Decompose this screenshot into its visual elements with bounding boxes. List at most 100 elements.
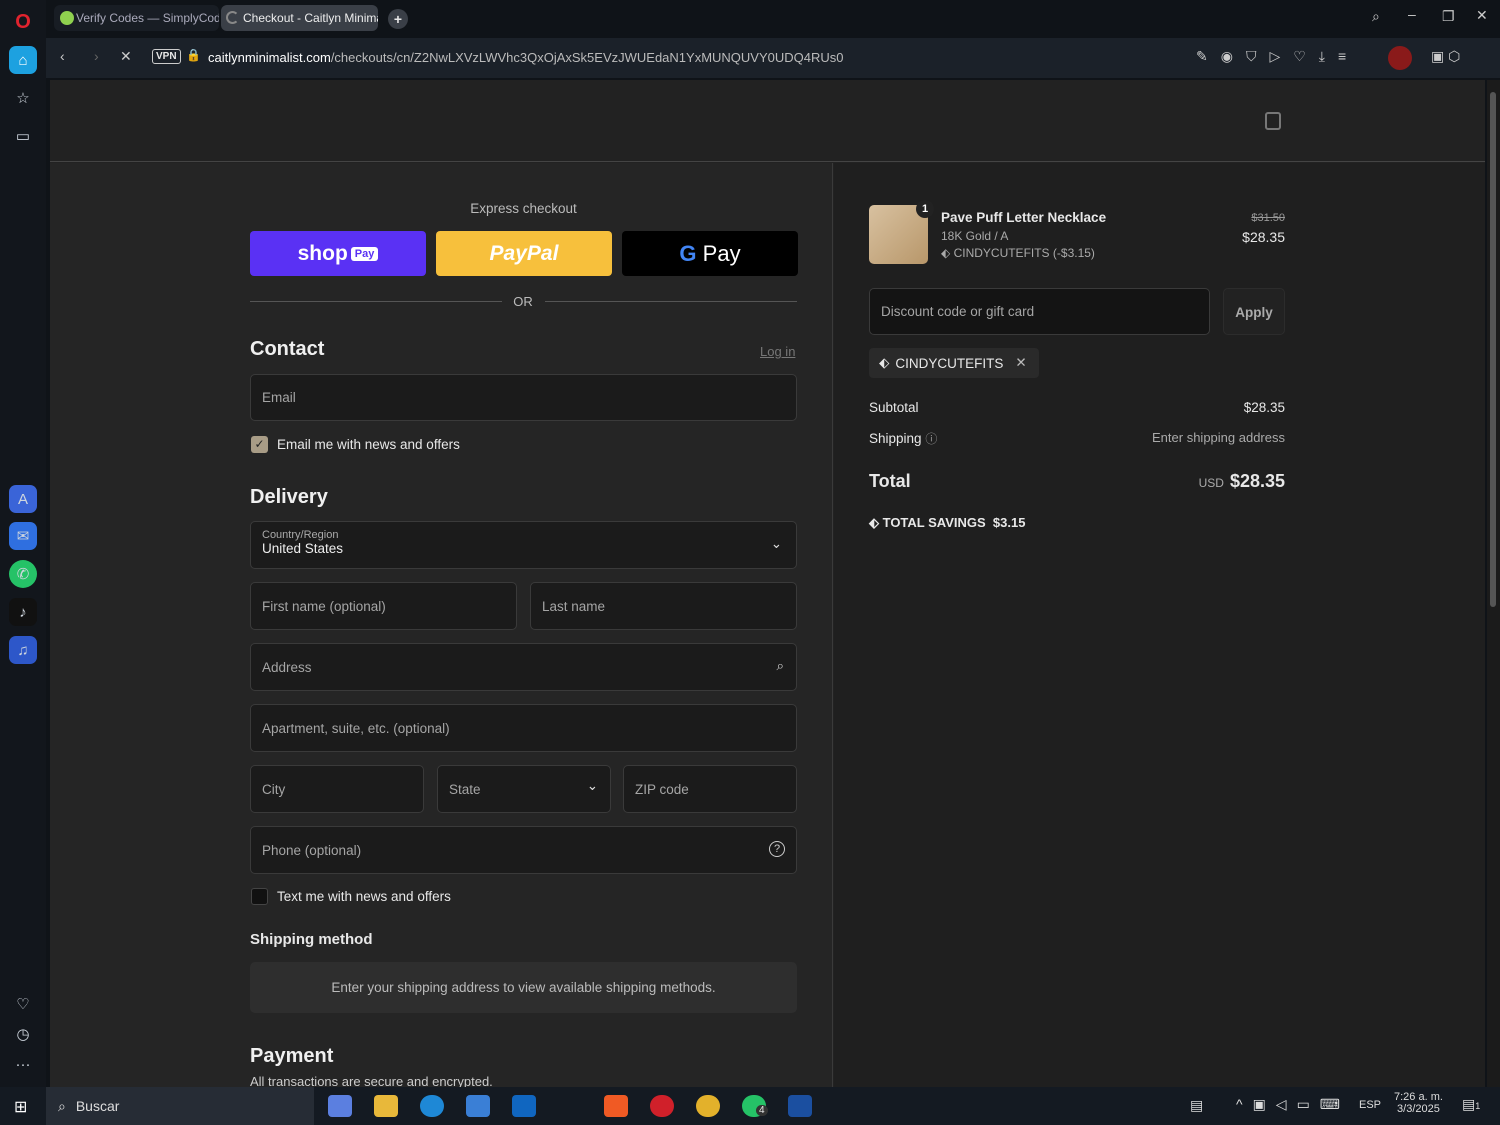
taskbar: ⊞ ⌕ Buscar 4 ▤ ^▣◁▭⌨ ESP 7:26 a. m. 3/3/20… (0, 1087, 1500, 1125)
zip-input[interactable]: ZIP code (623, 765, 797, 813)
chrome-icon[interactable] (696, 1095, 720, 1117)
opera-logo-icon[interactable]: O (9, 8, 37, 36)
savings-label: TOTAL SAVINGS (882, 515, 986, 530)
scrollbar[interactable] (1487, 80, 1500, 1087)
aria-icon[interactable]: A (9, 485, 37, 513)
phone-input[interactable]: Phone (optional)? (250, 826, 797, 874)
file-explorer-icon[interactable] (374, 1095, 398, 1117)
brave-icon[interactable] (604, 1095, 628, 1117)
toolbar-icons[interactable]: ✎◉⛉▷♡⤓≡ (1196, 48, 1359, 65)
city-input[interactable]: City (250, 765, 424, 813)
shipping-label: Shipping ⓘ (869, 430, 937, 447)
tags-icon: ⬖ (869, 515, 883, 530)
maximize-button[interactable]: ❐ (1442, 8, 1455, 25)
login-link[interactable]: Log in (760, 344, 795, 359)
extensions-icon[interactable]: ▣ ⬡ (1431, 48, 1460, 65)
first-name-placeholder: First name (optional) (262, 598, 386, 614)
help-icon[interactable]: ⓘ (925, 432, 937, 446)
country-select[interactable]: Country/Region United States ⌄ (250, 521, 797, 569)
city-placeholder: City (262, 781, 286, 797)
copilot-icon[interactable] (328, 1095, 352, 1117)
last-name-input[interactable]: Last name (530, 582, 797, 630)
music-icon[interactable]: ♫ (9, 636, 37, 664)
total-amount: $28.35 (1229, 471, 1285, 491)
original-price: $31.50 (1251, 212, 1285, 224)
edge-icon[interactable] (420, 1095, 444, 1117)
minimize-button[interactable]: – (1408, 6, 1416, 22)
remove-discount-button[interactable]: ✕ (1015, 355, 1026, 371)
shipping-label-text: Shipping (869, 431, 922, 446)
more-icon[interactable]: ··· (9, 1050, 37, 1078)
shipping-value: Enter shipping address (1152, 430, 1285, 445)
lock-icon[interactable]: 🔒 (186, 48, 201, 62)
vpn-badge[interactable]: VPN (152, 49, 181, 64)
tag-icon: ⬖ (879, 355, 890, 370)
scrollbar-thumb[interactable] (1490, 92, 1496, 607)
shopping-bag-icon[interactable] (1265, 112, 1281, 130)
apartment-placeholder: Apartment, suite, etc. (optional) (262, 720, 450, 736)
shipping-method-heading: Shipping method (250, 931, 373, 948)
store-icon[interactable] (466, 1095, 490, 1117)
first-name-input[interactable]: First name (optional) (250, 582, 517, 630)
state-select[interactable]: State ⌄ (437, 765, 611, 813)
messenger-icon[interactable]: ✉ (9, 522, 37, 550)
apply-button[interactable]: Apply (1223, 288, 1285, 335)
google-pay-button[interactable]: G Pay (622, 231, 798, 276)
email-placeholder: Email (262, 390, 296, 405)
player-icon[interactable]: ▭ (9, 122, 37, 150)
address-input[interactable]: Address ⌕ (250, 643, 797, 691)
quantity-badge: 1 (916, 200, 934, 218)
stop-loading-button[interactable]: ✕ (120, 48, 132, 65)
email-input[interactable]: Email (250, 374, 797, 421)
tab-verify-codes[interactable]: Verify Codes — SimplyCodes (54, 5, 219, 31)
history-icon[interactable]: ◷ (9, 1020, 37, 1048)
opera-taskbar-icon[interactable] (650, 1095, 674, 1117)
news-widget-icon[interactable]: ▤ (1190, 1097, 1203, 1114)
tiktok-icon[interactable]: ♪ (9, 598, 37, 626)
tab-checkout[interactable]: Checkout - Caitlyn Minimalist (221, 5, 378, 31)
text-news-checkbox[interactable] (251, 888, 268, 905)
new-tab-button[interactable]: + (388, 9, 408, 29)
app-icon[interactable] (788, 1095, 812, 1117)
whatsapp-icon[interactable]: ✆ (9, 560, 37, 588)
applied-discount-chip: ⬖ CINDYCUTEFITS ✕ (869, 348, 1039, 378)
shipping-method-message: Enter your shipping address to view avai… (250, 962, 797, 1013)
simplycodes-icon (60, 11, 74, 25)
last-name-placeholder: Last name (542, 598, 606, 614)
store-header (50, 80, 1485, 162)
help-icon[interactable]: ? (769, 841, 785, 857)
forward-button[interactable]: › (94, 48, 99, 64)
search-icon: ⌕ (776, 658, 784, 673)
paypal-button[interactable]: PayPal (436, 231, 612, 276)
apartment-input[interactable]: Apartment, suite, etc. (optional) (250, 704, 797, 752)
subtotal-value: $28.35 (1243, 400, 1285, 415)
product-price: $28.35 (1242, 229, 1285, 245)
url-field[interactable]: caitlynminimalist.com/checkouts/cn/Z2NwL… (208, 50, 844, 65)
system-tray-icons[interactable]: ^▣◁▭⌨ (1236, 1096, 1350, 1113)
windows-start-icon[interactable]: ⊞ (14, 1097, 27, 1117)
whatsapp-taskbar-icon[interactable]: 4 (742, 1095, 768, 1117)
email-news-checkbox[interactable]: ✓ (251, 436, 268, 453)
country-label: Country/Region (262, 529, 339, 541)
shop-pay-button[interactable]: shop Pay (250, 231, 426, 276)
express-checkout-title: Express checkout (470, 201, 577, 216)
total-label: Total (869, 471, 911, 491)
shop-pay-logo: shop (297, 241, 348, 265)
language-indicator[interactable]: ESP (1359, 1099, 1381, 1111)
discount-input[interactable]: Discount code or gift card (869, 288, 1210, 335)
clock[interactable]: 7:26 a. m. 3/3/2025 (1394, 1091, 1443, 1115)
google-g-icon: G (679, 241, 697, 266)
back-button[interactable]: ‹ (60, 48, 65, 64)
notifications-icon[interactable]: ▤1 (1462, 1096, 1480, 1113)
close-window-button[interactable]: ✕ (1476, 7, 1488, 24)
bookmarks-icon[interactable]: ☆ (9, 84, 37, 112)
subtotal-label: Subtotal (869, 400, 919, 415)
heart-icon[interactable]: ♡ (9, 990, 37, 1018)
product-name: Pave Puff Letter Necklace (941, 210, 1107, 225)
home-icon[interactable]: ⌂ (9, 46, 37, 74)
outlook-icon[interactable] (512, 1095, 536, 1117)
total-value: USD $28.35 (1199, 471, 1285, 492)
taskbar-search[interactable]: ⌕ Buscar (46, 1087, 314, 1125)
search-tabs-icon[interactable]: ⌕ (1372, 8, 1380, 25)
profile-avatar[interactable] (1388, 46, 1412, 70)
